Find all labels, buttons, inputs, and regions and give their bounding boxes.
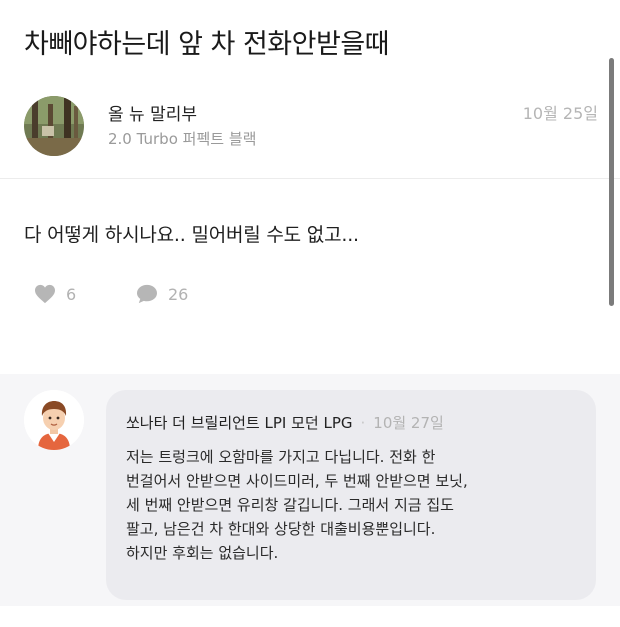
comment-line: 번걸어서 안받으면 사이드미러, 두 번째 안받으면 보닛, [126, 472, 468, 490]
comment-line: 하지만 후회는 없습니다. [126, 544, 279, 562]
post-title: 차빼야하는데 앞 차 전화안받을때 [24, 29, 390, 60]
comment-button[interactable]: 26 [136, 282, 188, 306]
comment-bubble: 쏘나타 더 브릴리언트 LPI 모던 LPG · 10월 27일 저는 트렁크에 오… [106, 390, 596, 600]
comment-line: 팔고, 남은건 차 한대와 상당한 대출비용뿐입니다. [126, 520, 436, 538]
comment-count: 26 [168, 284, 189, 304]
commenter-name[interactable]: 쏘나타 더 브릴리언트 LPI 모던 LPG [126, 414, 353, 432]
author-row[interactable]: 올 뉴 말리부 2.0 Turbo 퍼펙트 블랙 10월 25일 [24, 96, 604, 156]
post-date: 10월 25일 [522, 104, 598, 123]
like-button[interactable]: 6 [34, 282, 76, 306]
comment-date: 10월 27일 [373, 414, 444, 432]
comment-header: 쏘나타 더 브릴리언트 LPI 모던 LPG · 10월 27일 [126, 412, 576, 433]
comment-section: 쏘나타 더 브릴리언트 LPI 모던 LPG · 10월 27일 저는 트렁크에 오… [0, 374, 620, 606]
separator-dot: · [360, 414, 366, 432]
scrollbar[interactable] [609, 58, 614, 306]
like-count: 6 [66, 284, 77, 304]
speech-bubble-icon [136, 284, 158, 304]
divider [0, 178, 620, 179]
author-name[interactable]: 올 뉴 말리부 [108, 100, 197, 125]
heart-icon [34, 284, 56, 304]
author-car: 2.0 Turbo 퍼펙트 블랙 [108, 130, 257, 148]
comment-line: 세 번째 안받으면 유리창 갈깁니다. 그래서 지금 집도 [126, 496, 454, 514]
comment-line: 저는 트렁크에 오함마를 가지고 다닙니다. 전화 한 [126, 448, 436, 466]
comment-text: 저는 트렁크에 오함마를 가지고 다닙니다. 전화 한 번걸어서 안받으면 사이… [126, 445, 576, 565]
author-avatar[interactable] [24, 96, 84, 156]
commenter-avatar[interactable] [24, 390, 84, 450]
post-body: 다 어떻게 하시나요.. 밀어버릴 수도 없고... [24, 224, 359, 246]
